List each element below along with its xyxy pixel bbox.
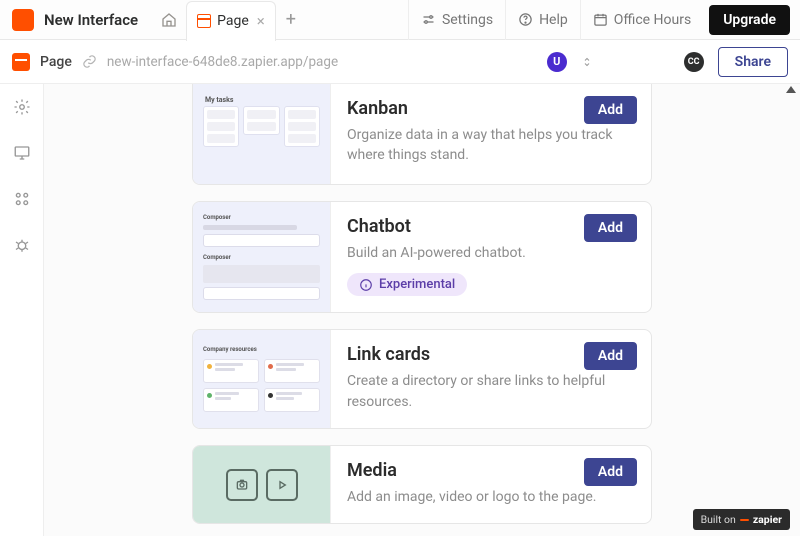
zapier-underline-icon [740, 519, 749, 521]
page-label: Page [40, 54, 72, 70]
calendar-icon [593, 12, 608, 27]
help-icon [518, 12, 533, 27]
page-icon [197, 14, 211, 28]
component-card-linkcards: Company resources Link cards Add Create … [192, 329, 652, 429]
add-chatbot-button[interactable]: Add [584, 214, 637, 242]
brand-label: zapier [753, 513, 782, 526]
page-type-icon [12, 53, 30, 71]
built-on-badge[interactable]: Built on zapier [693, 509, 790, 530]
built-on-label: Built on [701, 513, 736, 526]
grid-icon [13, 190, 31, 208]
tab-page[interactable]: Page × [186, 1, 276, 41]
bug-icon [13, 236, 31, 254]
thumb-title: My tasks [205, 96, 233, 104]
rail-desktop[interactable] [13, 144, 31, 166]
card-desc: Build an AI-powered chatbot. [347, 243, 635, 263]
chevron-updown-icon[interactable] [581, 55, 593, 69]
close-icon[interactable]: × [257, 14, 265, 29]
office-hours-label: Office Hours [614, 12, 691, 28]
link-icon [82, 54, 97, 69]
sliders-icon [421, 12, 436, 27]
play-icon [266, 469, 298, 501]
cc-badge[interactable]: CC [684, 52, 704, 72]
rail-settings[interactable] [13, 98, 31, 120]
help-button[interactable]: Help [505, 0, 580, 40]
user-avatar[interactable]: U [547, 52, 567, 72]
tab-label: Page [217, 13, 249, 29]
card-desc: Organize data in a way that helps you tr… [347, 125, 635, 166]
rail-debug[interactable] [13, 236, 31, 258]
office-hours-button[interactable]: Office Hours [580, 0, 703, 40]
add-linkcards-button[interactable]: Add [584, 342, 637, 370]
gear-icon [13, 98, 31, 116]
kanban-thumbnail: My tasks [193, 84, 331, 184]
add-kanban-button[interactable]: Add [584, 96, 637, 124]
share-button[interactable]: Share [718, 47, 788, 77]
project-name: New Interface [44, 11, 138, 29]
chatbot-thumbnail: Composer Composer [193, 202, 331, 312]
card-desc: Add an image, video or logo to the page. [347, 487, 635, 507]
desktop-icon [13, 144, 31, 162]
scroll-up-indicator[interactable] [786, 86, 796, 93]
page-url[interactable]: new-interface-648de8.zapier.app/page [107, 54, 338, 70]
app-logo [12, 9, 34, 31]
upgrade-button[interactable]: Upgrade [709, 5, 790, 35]
settings-label: Settings [442, 12, 493, 28]
component-card-chatbot: Composer Composer Chatbot Add Build an A… [192, 201, 652, 313]
component-card-kanban: My tasks Kanban Add Organize data in a w… [192, 84, 652, 185]
settings-button[interactable]: Settings [408, 0, 505, 40]
experimental-badge: Experimental [347, 273, 467, 296]
card-desc: Create a directory or share links to hel… [347, 371, 635, 412]
add-tab-button[interactable]: + [276, 9, 306, 30]
rail-apps[interactable] [13, 190, 31, 212]
home-button[interactable] [152, 3, 186, 37]
component-card-media: Media Add Add an image, video or logo to… [192, 445, 652, 524]
help-label: Help [539, 12, 568, 28]
linkcards-thumbnail: Company resources [193, 330, 331, 428]
info-icon [359, 278, 373, 292]
badge-label: Experimental [379, 277, 455, 292]
thumb-title: Company resources [203, 346, 320, 353]
add-media-button[interactable]: Add [584, 458, 637, 486]
image-icon [226, 469, 258, 501]
home-icon [161, 12, 177, 28]
media-thumbnail [193, 446, 331, 523]
